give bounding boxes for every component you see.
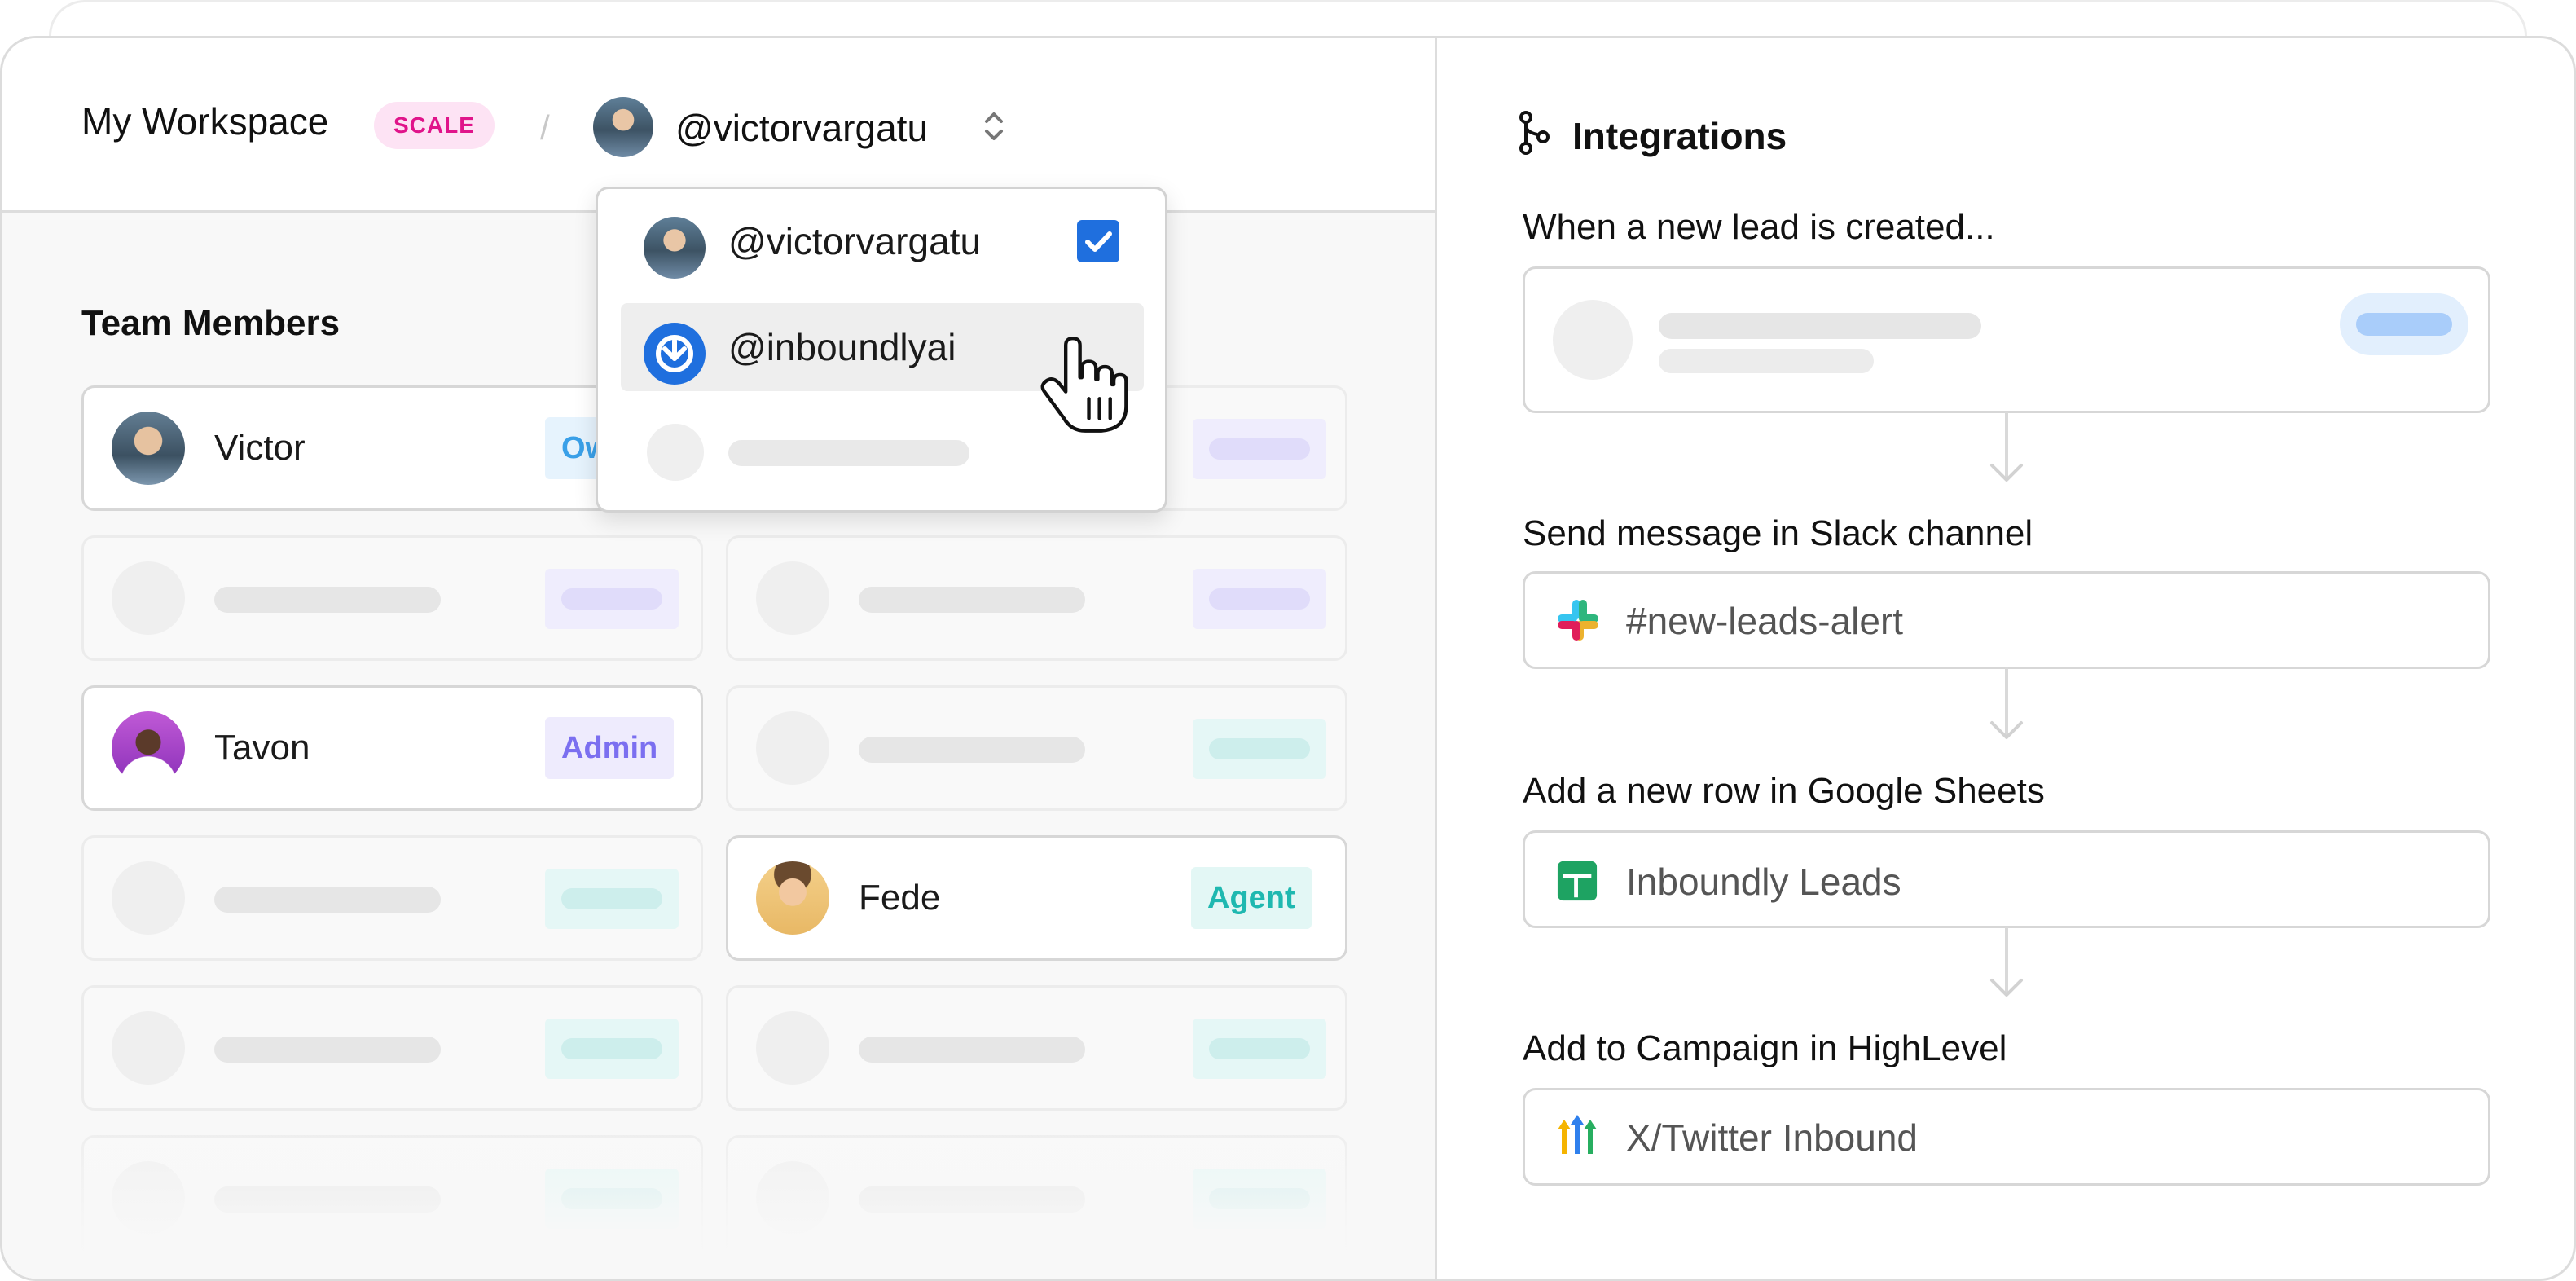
placeholder-card	[726, 685, 1347, 811]
placeholder-avatar	[756, 711, 829, 785]
placeholder-avatar	[112, 861, 185, 935]
branch-icon	[1519, 111, 1550, 155]
trigger-box[interactable]	[1523, 266, 2490, 413]
arrow-down-icon	[1990, 721, 2023, 739]
member-name: Fede	[859, 878, 941, 918]
placeholder-avatar	[647, 424, 704, 481]
placeholder-card	[81, 535, 703, 661]
placeholder-avatar	[1553, 300, 1633, 380]
placeholder-bar	[859, 737, 1085, 763]
flow-connector	[2005, 927, 2008, 995]
account-avatar	[593, 97, 653, 157]
placeholder-bar	[859, 587, 1085, 613]
placeholder-pill	[1193, 419, 1326, 479]
google-sheet-field[interactable]: Inboundly Leads	[1523, 830, 2490, 928]
arrow-down-icon	[1990, 979, 2023, 997]
placeholder-bar	[728, 440, 969, 466]
slack-icon	[1558, 600, 1598, 640]
account-switcher[interactable]: @victorvargatu	[589, 92, 1021, 162]
list-fade-overlay	[2, 1106, 1435, 1279]
slack-channel-field[interactable]: #new-leads-alert	[1523, 571, 2490, 669]
flow-connector	[2005, 667, 2008, 736]
highlevel-step-label: Add to Campaign in HighLevel	[1523, 1028, 2007, 1068]
placeholder-bar	[859, 1037, 1085, 1063]
placeholder-bar	[214, 887, 441, 913]
hand-cursor-icon	[1040, 337, 1128, 433]
placeholder-card	[81, 835, 703, 961]
placeholder-bar	[1659, 349, 1874, 373]
avatar	[756, 861, 829, 935]
placeholder-avatar	[112, 1011, 185, 1085]
highlevel-icon	[1558, 1115, 1597, 1154]
placeholder-card	[726, 535, 1347, 661]
account-option-victorvargatu[interactable]: @victorvargatu	[621, 197, 1144, 285]
placeholder-pill	[545, 1019, 679, 1079]
pane-divider	[1435, 38, 1437, 1279]
role-badge: Admin	[545, 717, 675, 779]
placeholder-pill	[545, 869, 679, 929]
chevron-up-down-icon	[985, 112, 1003, 140]
google-sheet-value: Inboundly Leads	[1626, 861, 1901, 903]
flow-connector	[2005, 412, 2008, 478]
placeholder-avatar	[112, 561, 185, 635]
inboundly-logo-icon	[644, 323, 706, 385]
role-badge: Agent	[1191, 867, 1312, 929]
avatar	[112, 412, 185, 485]
placeholder-pill	[545, 569, 679, 629]
breadcrumb-separator: /	[540, 108, 550, 147]
member-card-fede[interactable]: Fede Agent	[726, 835, 1347, 961]
avatar	[644, 217, 706, 279]
highlevel-campaign-field[interactable]: X/Twitter Inbound	[1523, 1088, 2490, 1186]
placeholder-card	[81, 985, 703, 1111]
placeholder-pill	[1193, 569, 1326, 629]
plan-badge: SCALE	[374, 102, 495, 149]
placeholder-avatar	[756, 561, 829, 635]
slack-channel-value: #new-leads-alert	[1626, 600, 1904, 642]
checkbox-checked[interactable]	[1077, 220, 1119, 262]
avatar	[112, 711, 185, 785]
placeholder-pill	[1193, 719, 1326, 779]
integrations-title: Integrations	[1572, 115, 1787, 157]
team-members-title: Team Members	[81, 303, 341, 343]
placeholder-card	[726, 985, 1347, 1111]
account-option-label: @victorvargatu	[728, 220, 982, 262]
google-sheets-icon	[1557, 861, 1598, 901]
placeholder-pill	[2340, 293, 2468, 355]
main-card: My Workspace SCALE / @victorvargatu Team…	[0, 36, 2576, 1281]
placeholder-bar	[1659, 313, 1981, 339]
account-option-label: @inboundlyai	[728, 326, 956, 368]
placeholder-pill	[1193, 1019, 1326, 1079]
checkmark-icon	[1085, 231, 1112, 252]
member-card-tavon[interactable]: Tavon Admin	[81, 685, 703, 811]
workspace-title: My Workspace	[81, 100, 329, 143]
trigger-label: When a new lead is created...	[1523, 207, 1995, 247]
arrow-down-icon	[1990, 464, 2023, 482]
placeholder-bar	[214, 587, 441, 613]
member-name: Victor	[214, 428, 306, 468]
slack-step-label: Send message in Slack channel	[1523, 513, 2033, 553]
highlevel-campaign-value: X/Twitter Inbound	[1626, 1116, 1918, 1159]
placeholder-avatar	[756, 1011, 829, 1085]
sheets-step-label: Add a new row in Google Sheets	[1523, 771, 2045, 811]
placeholder-bar	[214, 1037, 441, 1063]
member-name: Tavon	[214, 728, 310, 768]
account-handle: @victorvargatu	[675, 107, 929, 149]
